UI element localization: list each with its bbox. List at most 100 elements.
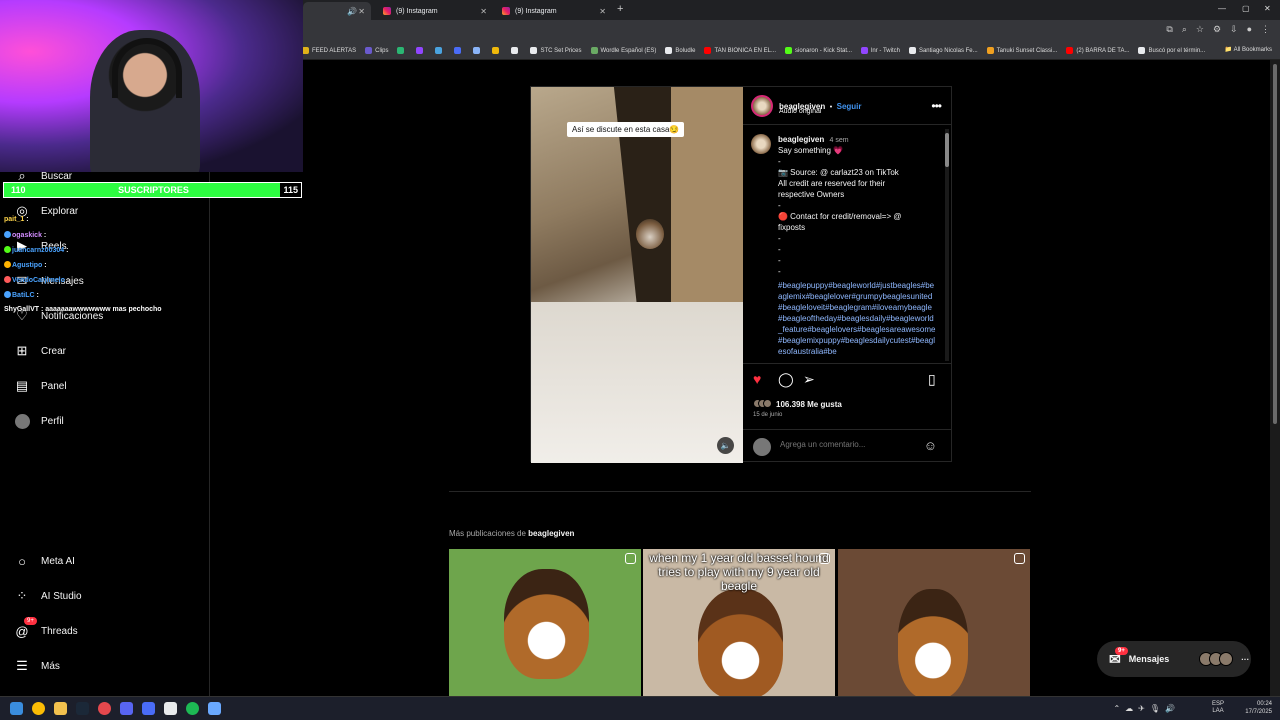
app-icon[interactable] xyxy=(208,702,221,715)
bookmark-item[interactable] xyxy=(473,47,483,54)
folder-icon[interactable] xyxy=(54,702,67,715)
extensions-icon[interactable]: ⚙ xyxy=(1213,24,1221,35)
new-tab-plus-icon[interactable]: + xyxy=(617,3,623,15)
app-icon[interactable] xyxy=(142,702,155,715)
close-tab-icon[interactable]: ✕ xyxy=(599,7,606,16)
sidebar-item-crear[interactable]: ⊞ Crear xyxy=(14,343,66,359)
bookmark-label: Santiago Nicolas Fe... xyxy=(918,47,978,54)
more-posts-username[interactable]: beaglegiven xyxy=(528,529,574,538)
chat-text: : xyxy=(26,216,29,223)
video-floor xyxy=(531,302,743,463)
messages-button[interactable]: ✉ 9+ Mensajes ··· xyxy=(1097,641,1251,677)
window-close-icon[interactable]: ✕ xyxy=(1264,4,1271,13)
audio-label[interactable]: Audio original xyxy=(779,108,821,115)
caption-scrollbar[interactable] xyxy=(945,129,949,361)
cast-icon[interactable]: ⧉ xyxy=(1166,24,1172,35)
bookmark-item[interactable] xyxy=(511,47,521,54)
tray-icons[interactable]: ⌃☁✈🎙🔊 xyxy=(1113,704,1180,713)
browser-tab-instagram-1[interactable]: (9) Instagram ✕ xyxy=(375,2,493,20)
bookmark-item[interactable] xyxy=(397,47,407,54)
bookmark-item[interactable]: Clips xyxy=(365,47,388,54)
sidebar-item-perfil[interactable]: Perfil xyxy=(14,413,64,429)
chat-message: Agustipo : xyxy=(4,261,47,269)
bookmark-item[interactable]: Wordle Español (ES) xyxy=(590,47,656,54)
bookmark-item[interactable]: Tanuki Sunset Classi... xyxy=(986,47,1057,54)
browser-tab-active[interactable]: 🔊 ✕ xyxy=(303,2,371,20)
minimize-icon[interactable]: — xyxy=(1218,4,1226,13)
hashtags[interactable]: #beaglepuppy#beagleworld#justbeagles#bea… xyxy=(778,280,936,357)
close-tab-icon[interactable]: ✕ xyxy=(480,7,487,16)
emoji-icon[interactable]: ☺ xyxy=(924,438,937,453)
sub-goal-target: 115 xyxy=(280,183,301,197)
more-dots-icon[interactable]: ··· xyxy=(1241,655,1249,664)
volume-icon[interactable]: 🔈 xyxy=(717,437,734,454)
bookmark-label: lnr - Twitch xyxy=(871,47,900,54)
bookmark-item[interactable]: STC Set Prices xyxy=(530,47,582,54)
comment-icon[interactable]: ◯ xyxy=(778,371,794,388)
browser-tab-instagram-2[interactable]: (9) Instagram ✕ xyxy=(494,2,612,20)
app-icon[interactable] xyxy=(164,702,177,715)
post-video[interactable]: Así se discute en esta casa😏 🔈 xyxy=(531,87,743,463)
likes-row[interactable]: 106.398 Me gusta xyxy=(753,399,842,410)
bookmark-item[interactable]: lnr - Twitch xyxy=(861,47,900,54)
share-icon[interactable]: ➢ xyxy=(803,371,815,388)
bookmark-label: (2) BARRA DE TA... xyxy=(1076,47,1130,54)
bookmark-item[interactable] xyxy=(454,47,464,54)
caption-username[interactable]: beaglegiven xyxy=(778,135,824,144)
sidebar-item-panel[interactable]: ▤ Panel xyxy=(14,378,67,394)
author-avatar[interactable] xyxy=(751,95,773,117)
downloads-icon[interactable]: ⇩ xyxy=(1230,24,1238,35)
more-post-thumb[interactable]: when my 1 year old basset hound tries to… xyxy=(643,549,835,696)
more-posts-title: Más publicaciones de beaglegiven xyxy=(449,529,574,538)
bookmark-icon[interactable]: ▯ xyxy=(928,371,936,388)
more-post-thumb[interactable] xyxy=(449,549,641,696)
discord-icon[interactable] xyxy=(120,702,133,715)
bookmark-item[interactable]: Buscó por el términ... xyxy=(1138,47,1205,54)
caption-line: All credit are reserved for their xyxy=(778,179,886,188)
sidebar-item-mas[interactable]: ☰ Más xyxy=(14,658,60,674)
comment-input[interactable] xyxy=(780,440,910,449)
more-options-icon[interactable]: ••• xyxy=(931,99,942,113)
bookmark-item[interactable]: FEED ALERTAS xyxy=(302,47,356,54)
bookmark-item[interactable]: Boludle xyxy=(665,47,695,54)
bookmark-item[interactable]: sionaron - Kick Stat... xyxy=(785,47,852,54)
zoom-icon[interactable]: ⌕ xyxy=(1182,24,1187,35)
close-tab-icon[interactable]: ✕ xyxy=(358,7,365,16)
input-language[interactable]: ESP LAA xyxy=(1212,701,1224,715)
maximize-icon[interactable]: ▢ xyxy=(1242,4,1250,13)
sidebar-item-meta-ai[interactable]: ○ Meta AI xyxy=(14,553,75,569)
bookmark-item[interactable]: Santiago Nicolas Fe... xyxy=(908,47,978,54)
all-bookmarks-button[interactable]: 📁 All Bookmarks xyxy=(1225,46,1272,53)
bookmark-label: sionaron - Kick Stat... xyxy=(795,47,853,54)
caption-avatar[interactable] xyxy=(751,134,771,154)
steam-icon[interactable] xyxy=(76,702,89,715)
bookmark-item[interactable]: TAN BIONICA EN EL... xyxy=(704,47,776,54)
basset-image xyxy=(698,589,783,696)
obs-icon[interactable] xyxy=(98,702,111,715)
scrollbar-thumb[interactable] xyxy=(945,133,949,167)
bookmark-item[interactable] xyxy=(435,47,445,54)
star-icon[interactable]: ☆ xyxy=(1196,24,1204,35)
page-scrollbar[interactable] xyxy=(1270,60,1280,696)
kebab-menu-icon[interactable]: ⋮ xyxy=(1261,24,1270,35)
bookmark-item[interactable]: (2) BARRA DE TA... xyxy=(1066,47,1129,54)
bookmark-item[interactable] xyxy=(492,47,502,54)
like-heart-icon[interactable]: ♥ xyxy=(753,371,761,387)
post-date: 15 de junio xyxy=(753,412,783,418)
meta-ai-icon: ○ xyxy=(18,553,26,569)
sidebar-item-threads[interactable]: @9+ Threads xyxy=(14,617,78,639)
windows-start-icon[interactable] xyxy=(10,702,23,715)
clock[interactable]: 00:24 17/7/2025 xyxy=(1245,700,1272,716)
more-post-thumb[interactable] xyxy=(838,549,1030,696)
page-scrollbar-thumb[interactable] xyxy=(1273,64,1277,424)
chat-badge-icon xyxy=(4,276,11,283)
likes-count[interactable]: 106.398 Me gusta xyxy=(776,400,842,409)
chrome-icon[interactable] xyxy=(32,702,45,715)
spotify-icon[interactable] xyxy=(186,702,199,715)
caption-line: - xyxy=(778,201,781,210)
bookmark-item[interactable] xyxy=(416,47,426,54)
chat-username: Agustipo xyxy=(12,262,43,269)
profile-icon[interactable]: ● xyxy=(1247,24,1252,35)
follow-button[interactable]: Seguir xyxy=(837,102,862,111)
sidebar-item-ai-studio[interactable]: ⁘ AI Studio xyxy=(14,588,82,604)
